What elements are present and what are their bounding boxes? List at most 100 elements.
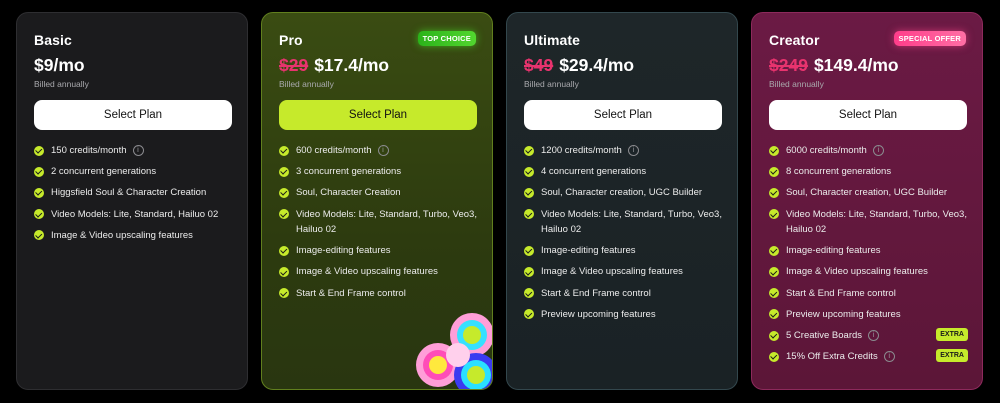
feature-text: Image & Video upscaling features xyxy=(541,266,683,278)
feature-item: Start & End Frame control xyxy=(279,286,480,302)
feature-text: 1200 credits/month xyxy=(541,145,622,156)
check-icon xyxy=(769,145,779,156)
check-icon xyxy=(34,230,44,241)
feature-item: 3 concurrent generations xyxy=(279,164,480,180)
select-plan-button[interactable]: Select Plan xyxy=(34,100,232,130)
feature-text: 3 concurrent generations xyxy=(296,166,402,178)
feature-text: 2 concurrent generations xyxy=(51,166,157,178)
check-icon xyxy=(769,288,779,299)
check-icon xyxy=(279,288,289,299)
info-icon[interactable]: i xyxy=(627,144,639,156)
feature-text: Image & Video upscaling features xyxy=(51,229,193,241)
feature-item: Soul, Character creation, UGC Builder xyxy=(524,185,725,201)
feature-item: 8 concurrent generations xyxy=(769,164,970,180)
check-icon xyxy=(769,266,779,277)
feature-text: Image-editing features xyxy=(541,245,636,257)
feature-item: Soul, Character Creation xyxy=(279,185,480,201)
current-price: $29.4/mo xyxy=(559,55,635,75)
feature-item: Video Models: Lite, Standard, Turbo, Veo… xyxy=(769,207,970,238)
billing-note: Billed annually xyxy=(279,79,334,89)
info-icon[interactable]: i xyxy=(132,144,144,156)
feature-text: Soul, Character creation, UGC Builder xyxy=(541,187,703,199)
plan-card-ultimate: Ultimate $49 $29.4/mo Billed annually Sel… xyxy=(506,12,738,390)
feature-list: 6000 credits/month i 8 concurrent generat… xyxy=(769,143,970,370)
billing-note: Billed annually xyxy=(524,79,579,89)
feature-item: 4 concurrent generations xyxy=(524,164,725,180)
feature-item: Preview upcoming features xyxy=(524,307,725,323)
feature-item: Image-editing features xyxy=(279,243,480,259)
select-plan-button[interactable]: Select Plan xyxy=(279,100,477,130)
plan-name: Ultimate xyxy=(524,32,581,48)
info-icon[interactable]: i xyxy=(883,351,895,363)
check-icon xyxy=(769,330,779,341)
check-icon xyxy=(524,309,534,320)
feature-text: Image-editing features xyxy=(786,245,881,257)
feature-item: Soul, Character creation, UGC Builder xyxy=(769,185,970,201)
select-plan-button[interactable]: Select Plan xyxy=(524,100,722,130)
select-plan-button[interactable]: Select Plan xyxy=(769,100,967,130)
flower-decoration-icon xyxy=(416,313,492,389)
current-price: $17.4/mo xyxy=(314,55,390,75)
check-icon xyxy=(279,209,289,220)
plan-price: $9/mo xyxy=(34,55,85,76)
check-icon xyxy=(524,266,534,277)
info-icon[interactable]: i xyxy=(377,144,389,156)
extra-tag: EXTRA xyxy=(936,349,968,363)
feature-text: 150 credits/month xyxy=(51,145,127,156)
plan-price: $29 $17.4/mo xyxy=(279,55,389,76)
feature-list: 1200 credits/month i 4 concurrent generat… xyxy=(524,143,725,328)
special-offer-badge: SPECIAL OFFER xyxy=(893,31,966,46)
feature-item: Image & Video upscaling features xyxy=(34,228,235,244)
feature-item: 600 credits/month i xyxy=(279,143,480,159)
feature-item: Start & End Frame control xyxy=(524,286,725,302)
feature-item: 1200 credits/month i xyxy=(524,143,725,159)
plan-name: Creator xyxy=(769,32,820,48)
feature-item: 2 concurrent generations xyxy=(34,164,235,180)
feature-text: Start & End Frame control xyxy=(541,287,651,299)
billing-note: Billed annually xyxy=(769,79,824,89)
feature-item: Video Models: Lite, Standard, Hailuo 02 xyxy=(34,207,235,223)
check-icon xyxy=(769,187,779,198)
check-icon xyxy=(34,187,44,198)
plan-card-basic: Basic $9/mo Billed annually Select Plan … xyxy=(16,12,248,390)
check-icon xyxy=(279,245,289,256)
feature-text: Preview upcoming features xyxy=(541,308,656,320)
feature-text: 8 concurrent generations xyxy=(786,166,892,178)
feature-item: 15% Off Extra Credits i EXTRA xyxy=(769,349,970,365)
feature-text: Video Models: Lite, Standard, Turbo, Veo… xyxy=(296,208,477,236)
plan-card-pro: Pro TOP CHOICE $29 $17.4/mo Billed annual… xyxy=(261,12,493,390)
feature-item: Video Models: Lite, Standard, Turbo, Veo… xyxy=(524,207,725,238)
check-icon xyxy=(769,309,779,320)
plan-card-creator: Creator SPECIAL OFFER $249 $149.4/mo Bill… xyxy=(751,12,983,390)
feature-item: Image-editing features xyxy=(769,243,970,259)
top-choice-badge: TOP CHOICE xyxy=(417,31,476,46)
plan-price: $49 $29.4/mo xyxy=(524,55,634,76)
feature-text: Image-editing features xyxy=(296,245,391,257)
feature-text: Soul, Character creation, UGC Builder xyxy=(786,187,948,199)
feature-text: Preview upcoming features xyxy=(786,308,901,320)
feature-text: Image & Video upscaling features xyxy=(786,266,928,278)
feature-text: 15% Off Extra Credits xyxy=(786,351,878,363)
check-icon xyxy=(34,166,44,177)
extra-tag: EXTRA xyxy=(936,328,968,341)
check-icon xyxy=(769,166,779,177)
check-icon xyxy=(279,145,289,156)
plan-price: $249 $149.4/mo xyxy=(769,55,899,76)
feature-text: Start & End Frame control xyxy=(296,287,406,299)
check-icon xyxy=(769,209,779,220)
feature-item: Image & Video upscaling features xyxy=(524,264,725,280)
check-icon xyxy=(524,166,534,177)
billing-note: Billed annually xyxy=(34,79,89,89)
check-icon xyxy=(524,209,534,220)
check-icon xyxy=(524,245,534,256)
old-price: $29 xyxy=(279,55,309,75)
check-icon xyxy=(524,187,534,198)
check-icon xyxy=(524,288,534,299)
feature-item: Preview upcoming features xyxy=(769,307,970,323)
info-icon[interactable]: i xyxy=(868,329,880,341)
current-price: $149.4/mo xyxy=(813,55,899,75)
info-icon[interactable]: i xyxy=(872,144,884,156)
feature-text: Image & Video upscaling features xyxy=(296,266,438,278)
feature-item: Image-editing features xyxy=(524,243,725,259)
old-price: $249 xyxy=(769,55,808,75)
